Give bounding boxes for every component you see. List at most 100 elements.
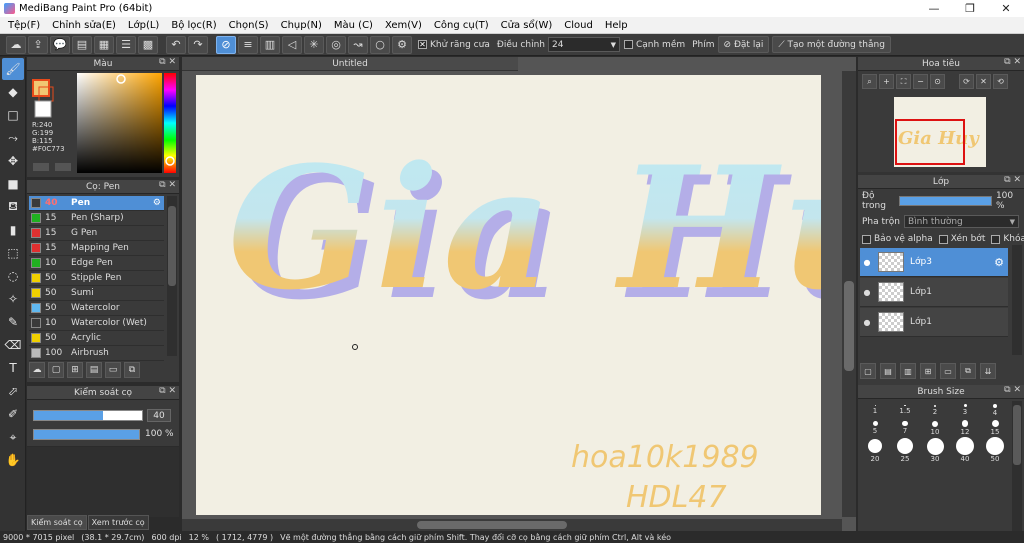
size-slider[interactable] — [33, 410, 143, 421]
bucket-tool-icon[interactable]: ⛾ — [2, 196, 24, 218]
panel-float-close-icon[interactable]: ⧉ ✕ — [1004, 57, 1021, 67]
menu-edit[interactable]: Chỉnh sửa(E) — [46, 20, 122, 31]
brush-size-cell[interactable]: 25 — [890, 437, 920, 455]
redo-icon[interactable]: ↷ — [188, 35, 208, 54]
brush-item[interactable]: 10 Edge Pen — [29, 256, 164, 271]
brush-size-cell[interactable]: 12 — [950, 419, 980, 437]
select-tool-icon[interactable]: ⬚ — [2, 242, 24, 264]
visibility-icon[interactable]: ● — [860, 258, 874, 267]
snap-circle-icon[interactable]: ◎ — [326, 35, 346, 54]
brush-item[interactable]: 10 Watercolor (Wet) — [29, 316, 164, 331]
panel-float-close-icon[interactable]: ⧉ ✕ — [1004, 175, 1021, 185]
brush-item[interactable]: 50 Sumi — [29, 286, 164, 301]
snap-off-icon[interactable]: ⊘ — [216, 35, 236, 54]
menu-filter[interactable]: Bộ lọc(R) — [165, 20, 222, 31]
scroll-thumb[interactable] — [844, 281, 854, 371]
tab-brush-preview[interactable]: Xem trước cọ — [87, 515, 149, 530]
reset-view-icon[interactable]: ⟲ — [993, 74, 1008, 89]
layer-item[interactable]: ● Lớp1 — [860, 308, 1008, 337]
brush-item[interactable]: 15 Mapping Pen — [29, 241, 164, 256]
adjust-select[interactable]: 24 ▼ — [547, 37, 620, 52]
fill-rect-tool-icon[interactable]: ■ — [2, 173, 24, 195]
snap-ring-icon[interactable]: ○ — [370, 35, 390, 54]
tab-brush-control[interactable]: Kiểm soát cọ — [27, 515, 87, 530]
menu-select[interactable]: Chọn(S) — [223, 20, 275, 31]
drawing-canvas[interactable]: Gia Huy Gia Huy hoa10k1989 HDL47 — [196, 75, 821, 515]
fit-window-icon[interactable]: ⛶ — [896, 74, 911, 89]
document-tab[interactable]: Untitled — [182, 57, 518, 71]
rectangle-tool-icon[interactable]: □ — [2, 104, 24, 126]
brush-size-cell[interactable]: 30 — [920, 437, 950, 455]
zoom-out-icon[interactable]: − — [913, 74, 928, 89]
scroll-thumb[interactable] — [1013, 405, 1021, 465]
antialias-checkbox[interactable]: ✕ Khử răng cưa — [418, 40, 490, 50]
brush-size-cell[interactable]: 50 — [980, 437, 1010, 455]
layer-blend-select[interactable]: Bình thường ▼ — [903, 215, 1019, 228]
duplicate-layer-icon[interactable]: ⧉ — [960, 363, 976, 379]
brush-size-cell[interactable]: 3 — [950, 401, 980, 419]
panel-float-close-icon[interactable]: ⧉ ✕ — [159, 180, 176, 190]
document-icon[interactable]: ▦ — [94, 35, 114, 54]
brush-size-cell[interactable]: 15 — [980, 419, 1010, 437]
brush-size-cell[interactable]: 5 — [860, 419, 890, 437]
grid-icon[interactable]: ▩ — [138, 35, 158, 54]
menu-view[interactable]: Xem(V) — [379, 20, 428, 31]
opacity-slider[interactable] — [33, 429, 140, 440]
brush-size-cell[interactable]: 7 — [890, 419, 920, 437]
comment-icon[interactable]: 💬 — [50, 35, 70, 54]
menu-layer[interactable]: Lớp(L) — [122, 20, 165, 31]
canvas-vertical-scrollbar[interactable] — [842, 71, 856, 517]
divide-tool-icon[interactable]: ✐ — [2, 403, 24, 425]
settings-icon[interactable]: ⚙ — [392, 35, 412, 54]
menu-help[interactable]: Help — [599, 20, 634, 31]
brush-size-cell[interactable]: 4 — [980, 401, 1010, 419]
message-icon[interactable]: ▤ — [72, 35, 92, 54]
new-layer-icon[interactable]: ▢ — [860, 363, 876, 379]
brush-item[interactable]: 15 G Pen — [29, 226, 164, 241]
magic-wand-tool-icon[interactable]: ✧ — [2, 288, 24, 310]
new-brush-icon[interactable]: ▢ — [48, 362, 64, 378]
select-pen-tool-icon[interactable]: ✎ — [2, 311, 24, 333]
menu-cloud[interactable]: Cloud — [558, 20, 599, 31]
brush-list-scrollbar[interactable] — [167, 196, 177, 356]
gear-icon[interactable]: ⚙ — [153, 198, 161, 208]
brush-tool-icon[interactable]: 🖌 — [2, 58, 24, 80]
clipping-checkbox[interactable]: Xén bớt — [938, 234, 985, 244]
layer-item[interactable]: ● Lớp1 — [860, 278, 1008, 307]
brush-size-cell[interactable]: 10 — [920, 419, 950, 437]
protect-alpha-checkbox[interactable]: Bảo vệ alpha — [862, 234, 933, 244]
size-value[interactable]: 40 — [147, 409, 171, 422]
navigator-view-rect[interactable] — [895, 119, 965, 165]
undo-icon[interactable]: ↶ — [166, 35, 186, 54]
panel-float-close-icon[interactable]: ⧉ ✕ — [159, 386, 176, 396]
canvas-horizontal-scrollbar[interactable] — [182, 519, 842, 531]
move-tool-icon[interactable]: ✥ — [2, 150, 24, 172]
add-layer-menu-icon[interactable]: ⊞ — [920, 363, 936, 379]
brush-size-cell[interactable]: 1 — [860, 401, 890, 419]
brush-item[interactable]: 100 Airbrush — [29, 346, 164, 361]
snap-curve-icon[interactable]: ↝ — [348, 35, 368, 54]
zoom-tool-icon[interactable]: ⌕ — [862, 74, 877, 89]
curve-tool-icon[interactable]: ⤳ — [2, 127, 24, 149]
navigator-preview[interactable]: Gia Huy — [894, 97, 986, 167]
maximize-button[interactable]: ❐ — [952, 0, 988, 17]
straight-line-button[interactable]: ⟋ Tạo một đường thẳng — [772, 36, 891, 53]
layer-opacity-slider[interactable] — [899, 196, 992, 206]
menu-tools[interactable]: Công cụ(T) — [428, 20, 495, 31]
reset-button[interactable]: ⊘ Đặt lại — [717, 36, 770, 53]
menu-file[interactable]: Tệp(F) — [2, 20, 46, 31]
zoom-in-icon[interactable]: + — [879, 74, 894, 89]
brush-cloud-icon[interactable]: ☁ — [29, 362, 45, 378]
snap-radial-icon[interactable]: ✳ — [304, 35, 324, 54]
layer-scrollbar[interactable] — [1012, 245, 1022, 355]
list-icon[interactable]: ☰ — [116, 35, 136, 54]
brush-item[interactable]: 50 Acrylic — [29, 331, 164, 346]
add-brush-icon[interactable]: ⊞ — [67, 362, 83, 378]
close-button[interactable]: ✕ — [988, 0, 1024, 17]
brush-properties-icon[interactable]: ▤ — [86, 362, 102, 378]
merge-layer-icon[interactable]: ⇊ — [980, 363, 996, 379]
snap-grid-icon[interactable]: ▥ — [260, 35, 280, 54]
panel-float-close-icon[interactable]: ⧉ ✕ — [159, 57, 176, 67]
snap-parallel-icon[interactable]: ≡ — [238, 35, 258, 54]
eyedropper-tool-icon[interactable]: ⌖ — [2, 426, 24, 448]
